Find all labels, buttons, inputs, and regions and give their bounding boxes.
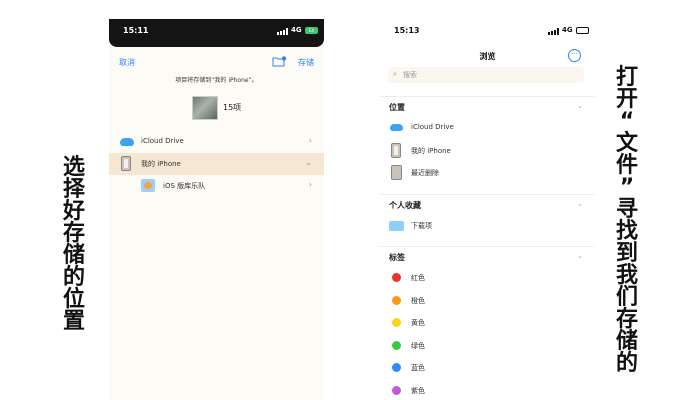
tag-color-dot-icon — [392, 273, 401, 282]
left-caption: 选 择 好 存 储 的 位 置 — [60, 157, 88, 333]
files-browse-screen: 15:13 4G 浏览 ··· ⌕ 位置 ⌄ iCloud Drive 我的 i… — [380, 19, 595, 400]
chevron-right-icon: › — [308, 136, 312, 145]
tag-label: 蓝色 — [411, 364, 425, 372]
browse-item-icloud-drive[interactable]: iCloud Drive — [380, 118, 595, 138]
location-label: 我的 iPhone — [141, 160, 181, 168]
location-garageband[interactable]: iOS 版库乐队 › — [109, 175, 324, 197]
icloud-icon — [120, 138, 134, 146]
status-time: 15:13 — [394, 26, 420, 35]
tag-item[interactable]: 黄色 — [380, 313, 595, 333]
item-count: 15项 — [223, 103, 242, 112]
caption-char: 找 — [615, 219, 638, 244]
file-thumbnail — [192, 96, 218, 120]
tag-label: 绿色 — [411, 341, 425, 350]
nav-bar: 取消 存储 — [109, 51, 324, 73]
page-title: 浏览 — [479, 52, 496, 61]
location-label: iCloud Drive — [141, 137, 184, 145]
item-label: 下载项 — [411, 222, 432, 230]
tag-color-dot-icon — [392, 318, 401, 327]
tag-item[interactable]: 紫色 — [380, 381, 595, 400]
browse-item-recently-deleted[interactable]: 最近删除 — [380, 163, 595, 183]
caption-char: 好 — [62, 199, 85, 224]
chevron-down-icon: ⌄ — [577, 200, 583, 208]
save-hint: 项目将存储到“我的 iPhone”。 — [175, 77, 258, 84]
chevron-down-icon: ⌄ — [577, 252, 583, 260]
caption-char: 存 — [615, 307, 638, 332]
caption-char: 位 — [62, 287, 85, 312]
caption-char: 择 — [62, 177, 85, 202]
network-label: 4G — [562, 26, 573, 34]
status-bar: 15:11 4G EX — [109, 19, 324, 47]
caption-char: “ — [619, 109, 635, 134]
section-title: 标签 — [389, 253, 405, 262]
status-bar: 15:13 4G — [380, 19, 595, 47]
tag-label: 橙色 — [411, 296, 425, 305]
item-label: 我的 iPhone — [411, 147, 451, 155]
item-label: 最近删除 — [411, 169, 439, 177]
cancel-button[interactable]: 取消 — [119, 57, 135, 68]
tag-item[interactable]: 橙色 — [380, 291, 595, 311]
tag-color-dot-icon — [392, 363, 401, 372]
garageband-icon — [141, 179, 155, 192]
more-button[interactable]: ··· — [568, 49, 581, 62]
chevron-right-icon: › — [308, 180, 312, 189]
search-bar[interactable]: ⌕ — [388, 67, 584, 83]
caption-char: 们 — [615, 285, 638, 310]
tag-label: 紫色 — [411, 386, 425, 395]
network-label: 4G — [291, 26, 302, 34]
caption-char: 到 — [615, 241, 638, 266]
caption-char: 置 — [62, 309, 85, 334]
caption-char: 储 — [615, 329, 638, 354]
save-button[interactable]: 存储 — [298, 57, 314, 68]
tag-color-dot-icon — [392, 340, 401, 350]
tag-item[interactable]: 绿色 — [380, 336, 595, 356]
caption-char: 件 — [615, 153, 638, 178]
section-title: 个人收藏 — [389, 201, 421, 210]
iphone-icon — [391, 143, 401, 158]
iphone-icon — [121, 156, 131, 171]
section-favorites[interactable]: 个人收藏 ⌄ — [380, 194, 595, 214]
caption-char: 储 — [62, 243, 85, 268]
search-input[interactable] — [403, 69, 573, 81]
chevron-down-icon: ⌄ — [577, 102, 583, 110]
caption-char: 的 — [615, 351, 638, 376]
section-title: 位置 — [389, 103, 405, 112]
tag-label: 红色 — [411, 274, 425, 282]
location-icloud-drive[interactable]: iCloud Drive › — [109, 131, 324, 153]
location-label: iOS 版库乐队 — [163, 182, 206, 190]
signal-icon — [548, 28, 562, 35]
caption-char: 我 — [615, 263, 638, 288]
item-label: iCloud Drive — [411, 123, 454, 131]
signal-icon — [277, 28, 291, 35]
caption-char: 选 — [62, 155, 85, 180]
browse-item-my-iphone[interactable]: 我的 iPhone — [380, 141, 595, 161]
caption-char: 开 — [615, 87, 638, 112]
battery-icon: EX — [305, 27, 318, 34]
chevron-down-icon: ⌄ — [305, 158, 312, 167]
tag-color-dot-icon — [392, 295, 401, 305]
section-locations[interactable]: 位置 ⌄ — [380, 96, 595, 116]
tag-color-dot-icon — [392, 385, 401, 395]
caption-char: 的 — [62, 265, 85, 290]
caption-char: ” — [619, 175, 635, 200]
trash-icon — [391, 165, 402, 180]
caption-char: 文 — [615, 131, 638, 156]
caption-char: 存 — [62, 221, 85, 246]
save-location-screen: 15:11 4G EX 取消 存储 项目将存储到“我的 iPhone”。 15项… — [109, 19, 324, 400]
search-icon: ⌕ — [393, 70, 397, 78]
section-tags[interactable]: 标签 ⌄ — [380, 246, 595, 266]
tag-item[interactable]: 红色 — [380, 268, 595, 288]
icloud-icon — [390, 124, 403, 131]
tag-item[interactable]: 蓝色 — [380, 358, 595, 378]
status-time: 15:11 — [123, 26, 149, 35]
right-caption: 打 开 “ 文 件 ” 寻 找 到 我 们 存 储 的 — [612, 67, 642, 375]
tag-label: 黄色 — [411, 319, 425, 327]
folder-icon — [389, 221, 404, 231]
new-folder-icon[interactable] — [272, 56, 286, 67]
battery-icon — [576, 27, 589, 34]
caption-char: 寻 — [615, 197, 638, 222]
browse-item-downloads[interactable]: 下载项 — [380, 216, 595, 236]
caption-char: 打 — [615, 65, 638, 90]
location-my-iphone[interactable]: 我的 iPhone ⌄ — [109, 153, 324, 175]
